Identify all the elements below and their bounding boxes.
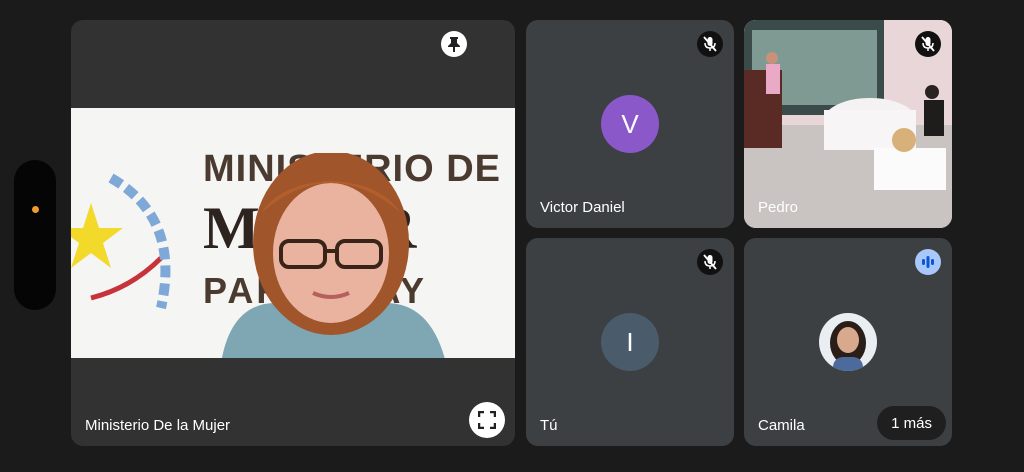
mic-off-icon xyxy=(703,36,717,52)
speaker-person xyxy=(222,153,445,358)
avatar: V xyxy=(601,95,659,153)
participant-name: Victor Daniel xyxy=(540,199,625,216)
participant-tile-main[interactable]: MINISTERIO DE MUJER PARAGUAY Ministerio … xyxy=(71,20,515,446)
more-participants-button[interactable]: 1 más xyxy=(877,406,946,440)
mute-indicator xyxy=(915,31,941,57)
participant-name: Ministerio De la Mujer xyxy=(85,417,231,434)
video-feed: MINISTERIO DE MUJER PARAGUAY xyxy=(71,108,515,358)
participant-tile-camila[interactable]: Camila 1 más xyxy=(744,238,952,446)
fullscreen-icon xyxy=(478,411,496,429)
mic-off-icon xyxy=(921,36,935,52)
speaking-icon xyxy=(922,256,934,268)
mute-indicator xyxy=(697,31,723,57)
side-panel-handle[interactable] xyxy=(14,160,56,310)
mic-off-icon xyxy=(703,254,717,270)
mute-indicator xyxy=(697,249,723,275)
pin-button[interactable] xyxy=(441,31,467,57)
participant-name: Tú xyxy=(540,417,558,434)
speaking-indicator xyxy=(915,249,941,275)
ministry-logo-emblem xyxy=(71,173,171,310)
participant-tile-victor[interactable]: V Victor Daniel xyxy=(526,20,734,228)
avatar: I xyxy=(601,313,659,371)
pin-icon xyxy=(448,37,460,52)
participant-name: Pedro xyxy=(758,199,799,216)
participant-tile-pedro[interactable]: Pedro xyxy=(744,20,952,228)
fullscreen-button[interactable] xyxy=(469,402,505,438)
notification-dot xyxy=(32,206,39,213)
participant-tile-you[interactable]: I Tú xyxy=(526,238,734,446)
participant-name: Camila xyxy=(758,417,805,434)
avatar xyxy=(819,313,877,371)
